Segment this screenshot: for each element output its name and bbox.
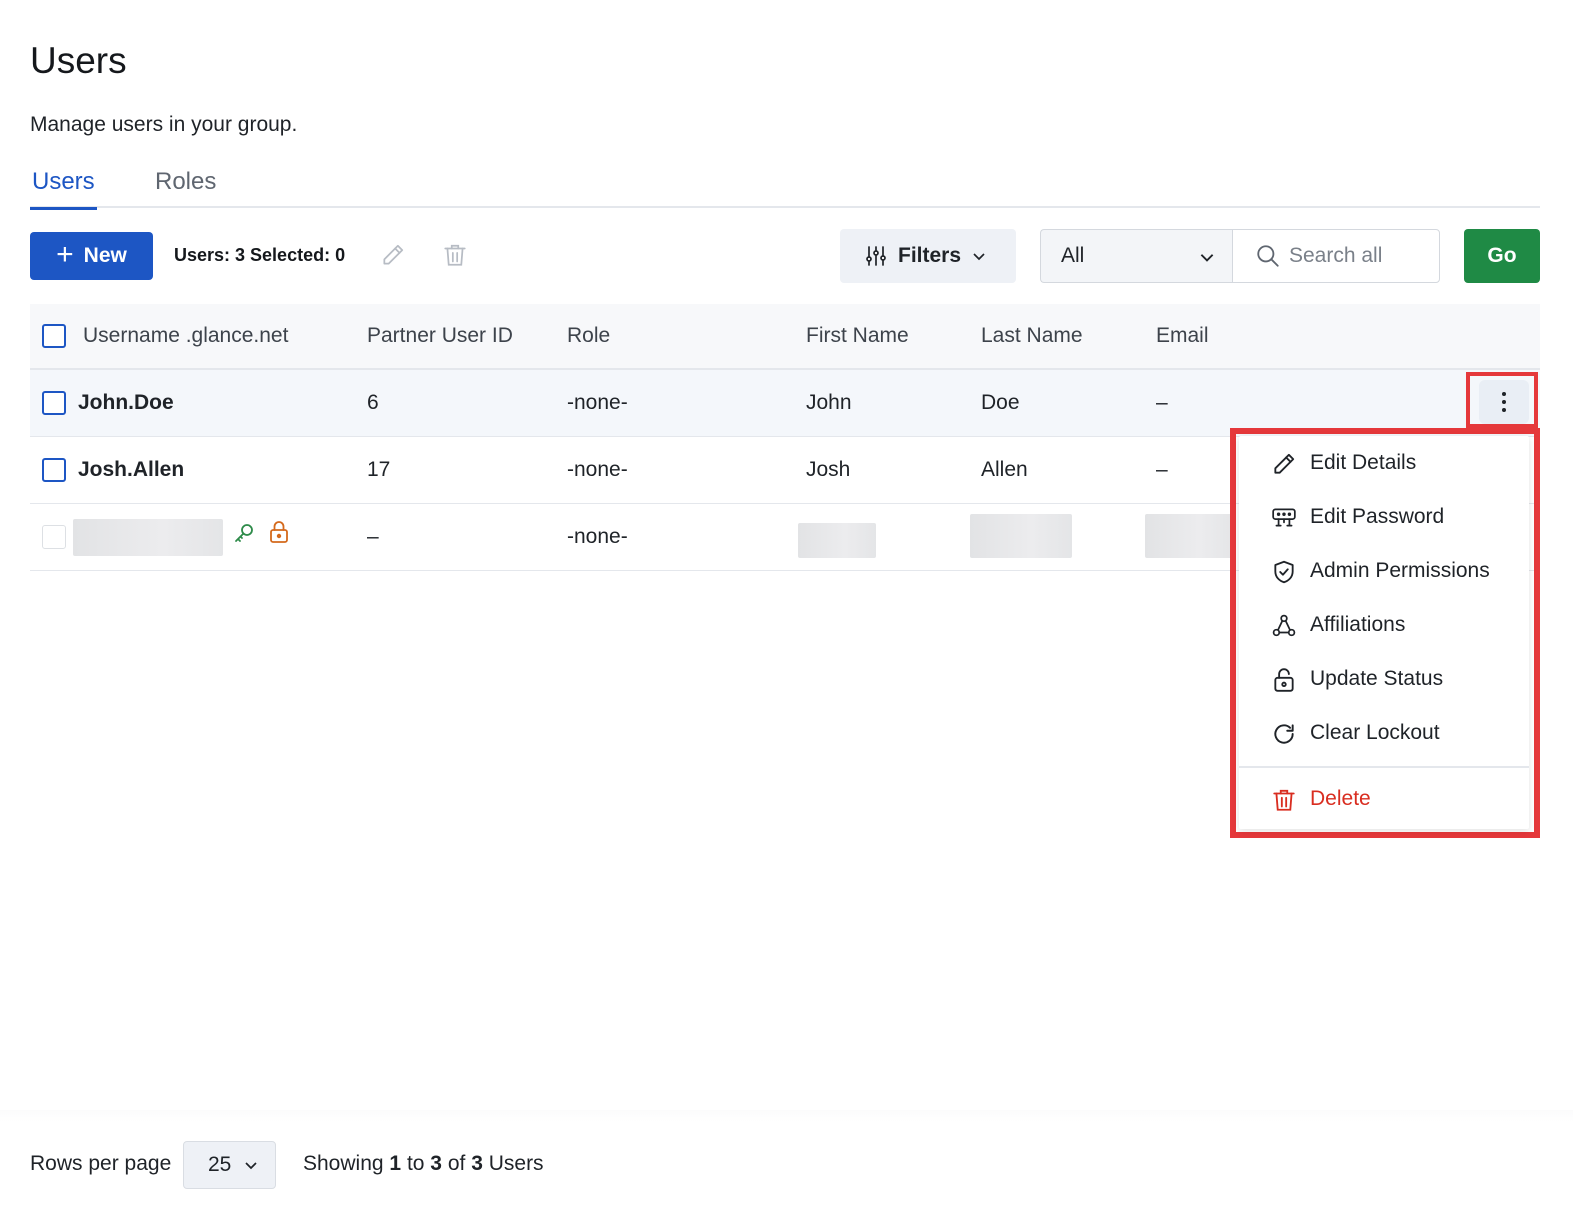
- chevron-down-icon: [973, 253, 985, 261]
- tab-bar: Users Roles: [30, 166, 1540, 210]
- menu-item-delete[interactable]: Delete: [1239, 775, 1529, 823]
- menu-item-update-status[interactable]: Update Status: [1239, 655, 1529, 703]
- select-all-checkbox[interactable]: [42, 324, 66, 348]
- search-icon: [1257, 245, 1279, 267]
- table-header: Username .glance.net Partner User ID Rol…: [30, 304, 1540, 370]
- row-actions-button[interactable]: [1479, 380, 1529, 424]
- shield-icon: [1274, 560, 1294, 584]
- last-name-cell: Allen: [981, 458, 1028, 481]
- menu-item-affiliations[interactable]: Affiliations: [1239, 601, 1529, 649]
- tab-users[interactable]: Users: [30, 168, 97, 210]
- username-cell[interactable]: John.Doe: [78, 391, 174, 415]
- showing-from: 1: [389, 1152, 402, 1175]
- header-role[interactable]: Role: [567, 304, 610, 368]
- footer-divider: [0, 1110, 1573, 1122]
- email-cell: –: [1156, 458, 1168, 481]
- menu-item-admin-permissions[interactable]: Admin Permissions: [1239, 547, 1529, 595]
- table-row[interactable]: John.Doe 6 -none- John Doe –: [30, 370, 1540, 437]
- menu-item-edit-details[interactable]: Edit Details: [1239, 439, 1529, 487]
- scope-select[interactable]: All: [1040, 229, 1232, 283]
- partner-id-cell: 17: [367, 458, 391, 481]
- chevron-down-icon: [1200, 254, 1214, 262]
- menu-item-label: Update Status: [1310, 667, 1444, 690]
- scope-value: All: [1061, 244, 1085, 267]
- pencil-icon: [1274, 453, 1295, 474]
- redacted-first-name: [798, 523, 876, 558]
- menu-item-label: Affiliations: [1310, 613, 1406, 636]
- chevron-down-icon: [245, 1162, 257, 1170]
- new-user-button[interactable]: + New: [30, 232, 153, 280]
- menu-item-clear-lockout[interactable]: Clear Lockout: [1239, 709, 1529, 757]
- page-subtitle: Manage users in your group.: [30, 113, 298, 136]
- partner-id-cell: –: [367, 525, 379, 548]
- row-actions-menu: Edit Details Edit Password Admin Permiss…: [1239, 436, 1529, 829]
- menu-divider: [1239, 766, 1529, 768]
- menu-item-label: Delete: [1310, 787, 1371, 810]
- menu-item-label: Edit Password: [1310, 505, 1445, 528]
- rows-per-page-select[interactable]: 25: [183, 1141, 276, 1189]
- redacted-last-name: [970, 514, 1072, 558]
- filters-label: Filters: [898, 244, 962, 267]
- last-name-cell: Doe: [981, 391, 1020, 414]
- email-cell: –: [1156, 391, 1168, 414]
- role-cell: -none-: [567, 525, 628, 548]
- redacted-email: [1145, 514, 1235, 558]
- showing-total: 3: [471, 1152, 483, 1175]
- row-checkbox[interactable]: [42, 391, 66, 415]
- menu-item-label: Admin Permissions: [1310, 559, 1490, 582]
- redacted-username: [73, 519, 223, 556]
- showing-suffix: Users: [488, 1152, 544, 1175]
- menu-item-label: Clear Lockout: [1310, 721, 1440, 744]
- header-email[interactable]: Email: [1156, 304, 1209, 368]
- refresh-icon: [1274, 724, 1294, 744]
- edit-icon[interactable]: [380, 242, 406, 268]
- role-cell: -none-: [567, 458, 628, 481]
- pagination-summary: Showing 1 to 3 of 3 Users: [303, 1152, 544, 1176]
- header-last-name[interactable]: Last Name: [981, 304, 1083, 368]
- rows-per-page-value: 25: [208, 1153, 232, 1176]
- username-cell[interactable]: Josh.Allen: [78, 458, 184, 482]
- showing-to: 3: [430, 1152, 442, 1175]
- affiliations-icon: [1272, 614, 1296, 637]
- header-partner-user-id[interactable]: Partner User ID: [367, 304, 513, 368]
- trash-icon[interactable]: [442, 242, 468, 268]
- menu-item-edit-password[interactable]: Edit Password: [1239, 493, 1529, 541]
- lock-icon: [1274, 668, 1294, 692]
- go-button[interactable]: Go: [1464, 229, 1540, 283]
- more-vertical-icon: [1502, 392, 1506, 412]
- sliders-icon: [866, 246, 886, 266]
- showing-of-word: of: [447, 1152, 466, 1175]
- rows-per-page-label: Rows per page: [30, 1152, 172, 1175]
- filters-button[interactable]: Filters: [840, 229, 1016, 283]
- header-first-name[interactable]: First Name: [806, 304, 909, 368]
- users-count-label: Users: 3 Selected: 0: [174, 245, 346, 265]
- role-cell: -none-: [567, 391, 628, 414]
- trash-icon: [1273, 789, 1295, 811]
- first-name-cell: John: [806, 391, 852, 414]
- search-field[interactable]: [1232, 229, 1440, 283]
- page-title: Users: [30, 40, 127, 81]
- first-name-cell: Josh: [806, 458, 851, 481]
- plus-icon: +: [56, 237, 74, 271]
- partner-id-cell: 6: [367, 391, 379, 414]
- new-button-label: New: [83, 244, 127, 267]
- row-checkbox-disabled: [42, 525, 66, 549]
- tab-roles[interactable]: Roles: [155, 168, 216, 208]
- menu-item-label: Edit Details: [1310, 451, 1417, 474]
- showing-to-word: to: [406, 1152, 425, 1175]
- search-input[interactable]: [1289, 244, 1429, 268]
- lock-icon: [270, 521, 288, 543]
- key-icon: [235, 524, 253, 542]
- showing-prefix: Showing: [303, 1152, 384, 1175]
- header-username[interactable]: Username .glance.net: [83, 304, 288, 368]
- password-icon: [1272, 508, 1296, 527]
- row-checkbox[interactable]: [42, 458, 66, 482]
